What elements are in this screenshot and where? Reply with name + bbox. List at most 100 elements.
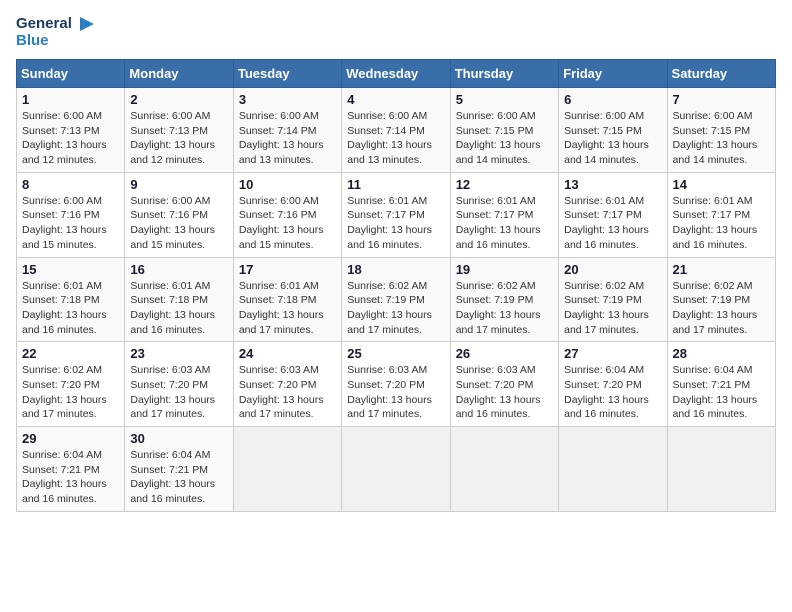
weekday-header-cell: Tuesday bbox=[233, 60, 341, 88]
day-info: Sunrise: 6:00 AM Sunset: 7:14 PM Dayligh… bbox=[239, 109, 336, 168]
day-info: Sunrise: 6:00 AM Sunset: 7:16 PM Dayligh… bbox=[239, 194, 336, 253]
calendar-day-cell: 16Sunrise: 6:01 AM Sunset: 7:18 PM Dayli… bbox=[125, 257, 233, 342]
calendar-day-cell: 21 Sunrise: 6:02 AM Sunset: 7:19 PM Dayli… bbox=[667, 257, 775, 342]
calendar-week-row: 1 Sunrise: 6:00 AM Sunset: 7:13 PM Daylig… bbox=[17, 88, 776, 173]
calendar-day-cell: 6Sunrise: 6:00 AM Sunset: 7:15 PM Daylig… bbox=[559, 88, 667, 173]
day-number: 9 bbox=[130, 177, 227, 192]
calendar-day-cell: 22 Sunrise: 6:02 AM Sunset: 7:20 PM Dayli… bbox=[17, 342, 125, 427]
day-number: 1 bbox=[22, 92, 119, 107]
day-number: 10 bbox=[239, 177, 336, 192]
day-number: 11 bbox=[347, 177, 444, 192]
calendar-day-cell: 25Sunrise: 6:03 AM Sunset: 7:20 PM Dayli… bbox=[342, 342, 450, 427]
calendar-day-cell: 24 Sunrise: 6:03 AM Sunset: 7:20 PM Dayli… bbox=[233, 342, 341, 427]
calendar-day-cell: 18 Sunrise: 6:02 AM Sunset: 7:19 PM Dayli… bbox=[342, 257, 450, 342]
day-info: Sunrise: 6:00 AM Sunset: 7:13 PM Dayligh… bbox=[130, 109, 227, 168]
weekday-header-cell: Monday bbox=[125, 60, 233, 88]
day-number: 17 bbox=[239, 262, 336, 277]
weekday-header-cell: Friday bbox=[559, 60, 667, 88]
day-info: Sunrise: 6:00 AM Sunset: 7:15 PM Dayligh… bbox=[673, 109, 770, 168]
day-info: Sunrise: 6:04 AM Sunset: 7:21 PM Dayligh… bbox=[130, 448, 227, 507]
day-info: Sunrise: 6:03 AM Sunset: 7:20 PM Dayligh… bbox=[130, 363, 227, 422]
day-number: 16 bbox=[130, 262, 227, 277]
calendar-day-cell: 14 Sunrise: 6:01 AM Sunset: 7:17 PM Dayli… bbox=[667, 172, 775, 257]
calendar-day-cell bbox=[342, 427, 450, 512]
calendar-day-cell: 2 Sunrise: 6:00 AM Sunset: 7:13 PM Daylig… bbox=[125, 88, 233, 173]
calendar-day-cell: 20 Sunrise: 6:02 AM Sunset: 7:19 PM Dayli… bbox=[559, 257, 667, 342]
day-number: 14 bbox=[673, 177, 770, 192]
day-info: Sunrise: 6:00 AM Sunset: 7:16 PM Dayligh… bbox=[130, 194, 227, 253]
day-info: Sunrise: 6:00 AM Sunset: 7:13 PM Dayligh… bbox=[22, 109, 119, 168]
day-number: 19 bbox=[456, 262, 553, 277]
logo: General Blue bbox=[16, 16, 94, 49]
calendar-day-cell: 29 Sunrise: 6:04 AM Sunset: 7:21 PM Dayli… bbox=[17, 427, 125, 512]
day-number: 23 bbox=[130, 346, 227, 361]
day-info: Sunrise: 6:01 AM Sunset: 7:17 PM Dayligh… bbox=[673, 194, 770, 253]
calendar-day-cell: 1 Sunrise: 6:00 AM Sunset: 7:13 PM Daylig… bbox=[17, 88, 125, 173]
day-number: 21 bbox=[673, 262, 770, 277]
calendar-day-cell bbox=[667, 427, 775, 512]
day-info: Sunrise: 6:03 AM Sunset: 7:20 PM Dayligh… bbox=[456, 363, 553, 422]
calendar-body: 1 Sunrise: 6:00 AM Sunset: 7:13 PM Daylig… bbox=[17, 88, 776, 512]
day-info: Sunrise: 6:04 AM Sunset: 7:21 PM Dayligh… bbox=[22, 448, 119, 507]
day-number: 18 bbox=[347, 262, 444, 277]
day-number: 27 bbox=[564, 346, 661, 361]
day-info: Sunrise: 6:00 AM Sunset: 7:15 PM Dayligh… bbox=[456, 109, 553, 168]
day-number: 2 bbox=[130, 92, 227, 107]
calendar-day-cell: 15Sunrise: 6:01 AM Sunset: 7:18 PM Dayli… bbox=[17, 257, 125, 342]
day-info: Sunrise: 6:02 AM Sunset: 7:20 PM Dayligh… bbox=[22, 363, 119, 422]
day-info: Sunrise: 6:01 AM Sunset: 7:18 PM Dayligh… bbox=[22, 279, 119, 338]
day-number: 13 bbox=[564, 177, 661, 192]
logo-text: General Blue bbox=[16, 16, 94, 49]
calendar-day-cell: 5 Sunrise: 6:00 AM Sunset: 7:15 PM Daylig… bbox=[450, 88, 558, 173]
day-info: Sunrise: 6:01 AM Sunset: 7:18 PM Dayligh… bbox=[239, 279, 336, 338]
day-info: Sunrise: 6:02 AM Sunset: 7:19 PM Dayligh… bbox=[347, 279, 444, 338]
day-number: 22 bbox=[22, 346, 119, 361]
day-number: 28 bbox=[673, 346, 770, 361]
weekday-header-cell: Wednesday bbox=[342, 60, 450, 88]
calendar-table: SundayMondayTuesdayWednesdayThursdayFrid… bbox=[16, 59, 776, 512]
day-info: Sunrise: 6:03 AM Sunset: 7:20 PM Dayligh… bbox=[239, 363, 336, 422]
calendar-day-cell bbox=[559, 427, 667, 512]
calendar-day-cell: 9 Sunrise: 6:00 AM Sunset: 7:16 PM Daylig… bbox=[125, 172, 233, 257]
calendar-day-cell: 30Sunrise: 6:04 AM Sunset: 7:21 PM Dayli… bbox=[125, 427, 233, 512]
day-info: Sunrise: 6:02 AM Sunset: 7:19 PM Dayligh… bbox=[456, 279, 553, 338]
day-info: Sunrise: 6:00 AM Sunset: 7:16 PM Dayligh… bbox=[22, 194, 119, 253]
weekday-header-cell: Sunday bbox=[17, 60, 125, 88]
calendar-day-cell: 28 Sunrise: 6:04 AM Sunset: 7:21 PM Dayli… bbox=[667, 342, 775, 427]
day-number: 20 bbox=[564, 262, 661, 277]
day-info: Sunrise: 6:00 AM Sunset: 7:14 PM Dayligh… bbox=[347, 109, 444, 168]
day-number: 24 bbox=[239, 346, 336, 361]
calendar-week-row: 8 Sunrise: 6:00 AM Sunset: 7:16 PM Daylig… bbox=[17, 172, 776, 257]
day-number: 29 bbox=[22, 431, 119, 446]
day-number: 12 bbox=[456, 177, 553, 192]
day-info: Sunrise: 6:01 AM Sunset: 7:17 PM Dayligh… bbox=[347, 194, 444, 253]
calendar-day-cell: 17 Sunrise: 6:01 AM Sunset: 7:18 PM Dayli… bbox=[233, 257, 341, 342]
day-info: Sunrise: 6:01 AM Sunset: 7:17 PM Dayligh… bbox=[564, 194, 661, 253]
day-info: Sunrise: 6:04 AM Sunset: 7:21 PM Dayligh… bbox=[673, 363, 770, 422]
page-header: General Blue bbox=[16, 16, 776, 49]
calendar-day-cell: 4 Sunrise: 6:00 AM Sunset: 7:14 PM Daylig… bbox=[342, 88, 450, 173]
weekday-header-row: SundayMondayTuesdayWednesdayThursdayFrid… bbox=[17, 60, 776, 88]
day-info: Sunrise: 6:01 AM Sunset: 7:17 PM Dayligh… bbox=[456, 194, 553, 253]
day-number: 4 bbox=[347, 92, 444, 107]
calendar-day-cell: 23 Sunrise: 6:03 AM Sunset: 7:20 PM Dayli… bbox=[125, 342, 233, 427]
calendar-day-cell: 11 Sunrise: 6:01 AM Sunset: 7:17 PM Dayli… bbox=[342, 172, 450, 257]
calendar-day-cell: 12 Sunrise: 6:01 AM Sunset: 7:17 PM Dayli… bbox=[450, 172, 558, 257]
weekday-header-cell: Saturday bbox=[667, 60, 775, 88]
day-info: Sunrise: 6:03 AM Sunset: 7:20 PM Dayligh… bbox=[347, 363, 444, 422]
calendar-day-cell: 3Sunrise: 6:00 AM Sunset: 7:14 PM Daylig… bbox=[233, 88, 341, 173]
logo-arrow-icon bbox=[76, 17, 94, 31]
day-number: 8 bbox=[22, 177, 119, 192]
calendar-week-row: 15Sunrise: 6:01 AM Sunset: 7:18 PM Dayli… bbox=[17, 257, 776, 342]
calendar-day-cell: 26 Sunrise: 6:03 AM Sunset: 7:20 PM Dayli… bbox=[450, 342, 558, 427]
day-number: 26 bbox=[456, 346, 553, 361]
calendar-day-cell: 13 Sunrise: 6:01 AM Sunset: 7:17 PM Dayli… bbox=[559, 172, 667, 257]
day-number: 5 bbox=[456, 92, 553, 107]
day-info: Sunrise: 6:02 AM Sunset: 7:19 PM Dayligh… bbox=[564, 279, 661, 338]
calendar-day-cell: 10 Sunrise: 6:00 AM Sunset: 7:16 PM Dayli… bbox=[233, 172, 341, 257]
calendar-day-cell: 8 Sunrise: 6:00 AM Sunset: 7:16 PM Daylig… bbox=[17, 172, 125, 257]
day-info: Sunrise: 6:00 AM Sunset: 7:15 PM Dayligh… bbox=[564, 109, 661, 168]
day-info: Sunrise: 6:02 AM Sunset: 7:19 PM Dayligh… bbox=[673, 279, 770, 338]
calendar-day-cell bbox=[450, 427, 558, 512]
day-number: 7 bbox=[673, 92, 770, 107]
